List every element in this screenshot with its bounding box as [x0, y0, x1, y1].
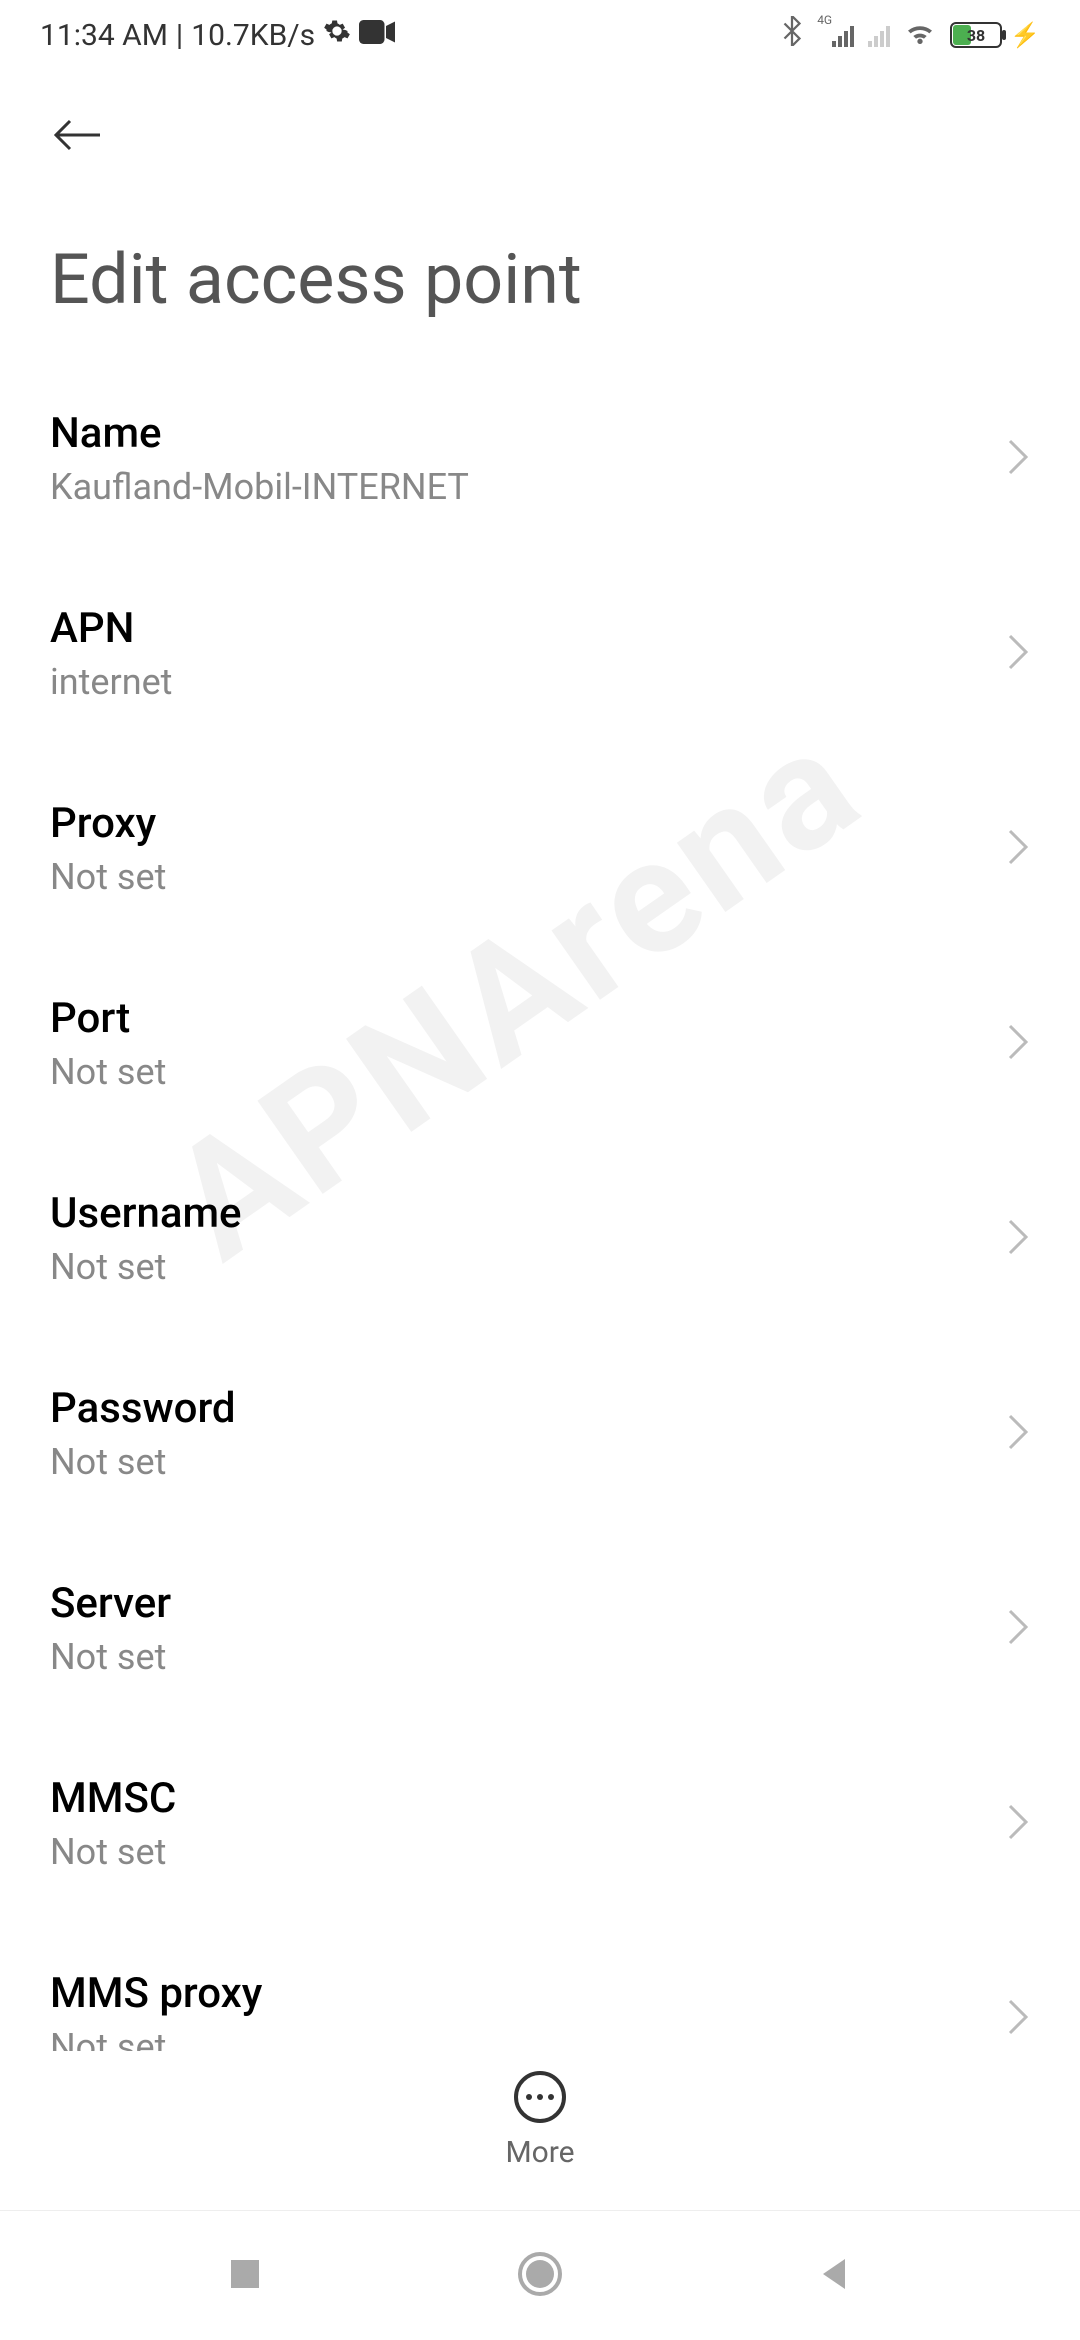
chevron-right-icon: [1006, 827, 1030, 871]
chevron-right-icon: [1006, 1802, 1030, 1846]
chevron-right-icon: [1006, 632, 1030, 676]
setting-value: Kaufland-Mobil-INTERNET: [50, 466, 1006, 508]
setting-label: MMSC: [50, 1774, 1006, 1823]
status-separator: |: [176, 18, 183, 53]
chevron-right-icon: [1006, 1412, 1030, 1456]
more-icon: [514, 2071, 566, 2123]
nav-back-button[interactable]: [815, 2254, 855, 2298]
setting-value: Not set: [50, 1636, 1006, 1678]
battery-indicator: 38 ⚡: [950, 20, 1040, 50]
setting-value: Not set: [50, 1051, 1006, 1093]
nav-recent-button[interactable]: [225, 2254, 265, 2298]
setting-row-apn[interactable]: APN internet: [50, 556, 1030, 751]
wifi-icon: [904, 18, 936, 53]
more-label: More: [505, 2135, 574, 2170]
bluetooth-icon: [781, 16, 803, 54]
status-bar: 11:34 AM | 10.7KB/s 4G 38 ⚡: [0, 0, 1080, 70]
setting-label: Server: [50, 1579, 1006, 1628]
gear-icon: [323, 17, 351, 53]
chevron-right-icon: [1006, 1607, 1030, 1651]
setting-label: Proxy: [50, 799, 1006, 848]
settings-list: Name Kaufland-Mobil-INTERNET APN interne…: [0, 361, 1080, 2116]
setting-row-password[interactable]: Password Not set: [50, 1336, 1030, 1531]
setting-value: internet: [50, 661, 1006, 703]
setting-label: APN: [50, 604, 1006, 653]
charging-icon: ⚡: [1010, 21, 1040, 49]
setting-label: Password: [50, 1384, 1006, 1433]
page-title: Edit access point: [0, 169, 1080, 361]
chevron-right-icon: [1006, 1022, 1030, 1066]
setting-label: Username: [50, 1189, 1006, 1238]
status-data-rate: 10.7KB/s: [191, 18, 315, 53]
setting-value: Not set: [50, 1246, 1006, 1288]
signal-sim2-icon: [868, 23, 890, 47]
setting-row-username[interactable]: Username Not set: [50, 1141, 1030, 1336]
chevron-right-icon: [1006, 1997, 1030, 2041]
chevron-right-icon: [1006, 437, 1030, 481]
setting-value: Not set: [50, 1831, 1006, 1873]
setting-row-proxy[interactable]: Proxy Not set: [50, 751, 1030, 946]
chevron-right-icon: [1006, 1217, 1030, 1261]
setting-value: Not set: [50, 1441, 1006, 1483]
setting-row-port[interactable]: Port Not set: [50, 946, 1030, 1141]
setting-label: Name: [50, 409, 1006, 458]
nav-home-button[interactable]: [516, 2250, 564, 2302]
setting-row-mmsc[interactable]: MMSC Not set: [50, 1726, 1030, 1921]
navigation-bar: [0, 2210, 1080, 2340]
more-button[interactable]: More: [0, 2051, 1080, 2170]
svg-text:38: 38: [967, 26, 985, 45]
setting-label: MMS proxy: [50, 1969, 1006, 2018]
setting-value: Not set: [50, 856, 1006, 898]
signal-4g: 4G: [817, 23, 854, 47]
setting-row-name[interactable]: Name Kaufland-Mobil-INTERNET: [50, 361, 1030, 556]
status-time: 11:34 AM: [40, 18, 168, 53]
camera-icon: [359, 18, 395, 53]
back-button[interactable]: [50, 115, 1030, 159]
setting-label: Port: [50, 994, 1006, 1043]
setting-row-server[interactable]: Server Not set: [50, 1531, 1030, 1726]
